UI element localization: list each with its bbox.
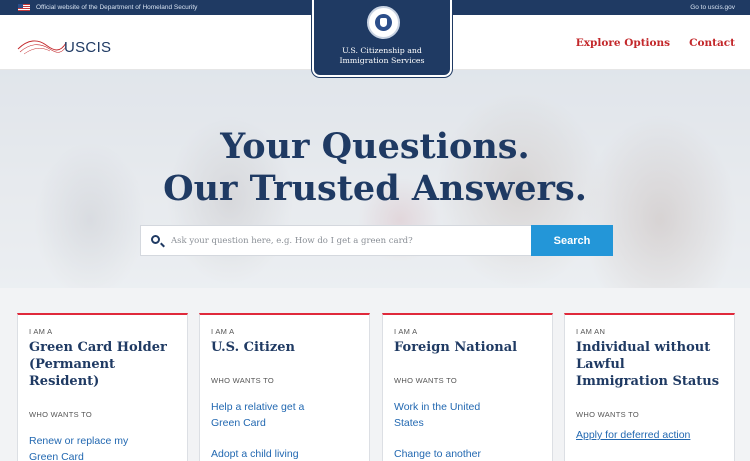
card-link[interactable]: Green Card bbox=[211, 415, 358, 431]
card-title-line: Green Card Holder bbox=[29, 340, 167, 355]
hero-section: Your Questions. Our Trusted Answers. Sea… bbox=[0, 70, 750, 288]
go-to-uscis-link[interactable]: Go to uscis.gov bbox=[690, 4, 735, 11]
card-link[interactable]: Change to another bbox=[394, 446, 541, 461]
card-title-line: Resident) bbox=[29, 374, 100, 389]
card-title-line: Foreign National bbox=[394, 340, 518, 355]
card-title: Green Card Holder (Permanent Resident) bbox=[29, 339, 176, 390]
dhs-seal-icon bbox=[367, 6, 400, 39]
card-wants-label: WHO WANTS TO bbox=[576, 410, 640, 419]
card-title-line: (Permanent bbox=[29, 357, 116, 372]
card-title-line: Individual without bbox=[576, 340, 711, 355]
card-iam-label: I AM A bbox=[394, 327, 418, 336]
card-link[interactable]: Adopt a child living bbox=[211, 446, 358, 461]
agency-name-line2: Immigration Services bbox=[339, 56, 425, 65]
card-links: Renew or replace my Green Card bbox=[29, 433, 176, 461]
main-nav: Explore Options Contact bbox=[576, 37, 735, 49]
hero-title: Your Questions. Our Trusted Answers. bbox=[0, 126, 750, 210]
card-link[interactable]: Work in the United bbox=[394, 399, 541, 415]
card-foreign-national: I AM A Foreign National WHO WANTS TO Wor… bbox=[382, 313, 553, 461]
hero-title-line2: Our Trusted Answers. bbox=[163, 168, 587, 209]
card-link[interactable]: Green Card bbox=[29, 449, 176, 461]
logo-text: USCIS bbox=[64, 38, 112, 56]
card-individual-without-status: I AM AN Individual without Lawful Immigr… bbox=[564, 313, 735, 461]
card-links: Apply for deferred action bbox=[576, 427, 723, 443]
card-wants-label: WHO WANTS TO bbox=[211, 376, 275, 385]
agency-name: U.S. Citizenship and Immigration Service… bbox=[314, 46, 450, 66]
card-title: Foreign National bbox=[394, 339, 541, 356]
card-iam-label: I AM AN bbox=[576, 327, 606, 336]
card-wants-label: WHO WANTS TO bbox=[29, 410, 93, 419]
card-iam-label: I AM A bbox=[29, 327, 53, 336]
us-flag-icon bbox=[18, 4, 30, 11]
card-title-line: Immigration Status bbox=[576, 374, 720, 389]
uscis-logo[interactable]: USCIS bbox=[16, 37, 111, 57]
card-title: U.S. Citizen bbox=[211, 339, 358, 356]
search-input[interactable] bbox=[171, 226, 531, 255]
card-link[interactable]: Renew or replace my bbox=[29, 433, 176, 449]
search-icon bbox=[151, 235, 160, 244]
card-link[interactable]: Apply for deferred action bbox=[576, 427, 723, 443]
nav-explore-options[interactable]: Explore Options bbox=[576, 37, 670, 49]
nav-contact[interactable]: Contact bbox=[689, 37, 735, 49]
card-title-line: U.S. Citizen bbox=[211, 340, 295, 355]
card-green-card-holder: I AM A Green Card Holder (Permanent Resi… bbox=[17, 313, 188, 461]
card-us-citizen: I AM A U.S. Citizen WHO WANTS TO Help a … bbox=[199, 313, 370, 461]
hero-title-line1: Your Questions. bbox=[220, 126, 530, 167]
card-link[interactable]: Help a relative get a bbox=[211, 399, 358, 415]
agency-badge[interactable]: U.S. Citizenship and Immigration Service… bbox=[312, 0, 452, 77]
card-title: Individual without Lawful Immigration St… bbox=[576, 339, 723, 390]
uscis-swoosh-icon bbox=[17, 40, 67, 55]
official-website-text: Official website of the Department of Ho… bbox=[36, 4, 198, 11]
card-wants-label: WHO WANTS TO bbox=[394, 376, 458, 385]
audience-cards: I AM A Green Card Holder (Permanent Resi… bbox=[0, 288, 750, 461]
card-iam-label: I AM A bbox=[211, 327, 235, 336]
card-link[interactable]: States bbox=[394, 415, 541, 431]
search-button[interactable]: Search bbox=[531, 225, 613, 256]
card-title-line: Lawful bbox=[576, 357, 625, 372]
card-links: Help a relative get a Green Card Adopt a… bbox=[211, 399, 358, 461]
agency-name-line1: U.S. Citizenship and bbox=[342, 46, 422, 55]
search-bar: Search bbox=[140, 225, 613, 256]
card-links: Work in the United States Change to anot… bbox=[394, 399, 541, 461]
